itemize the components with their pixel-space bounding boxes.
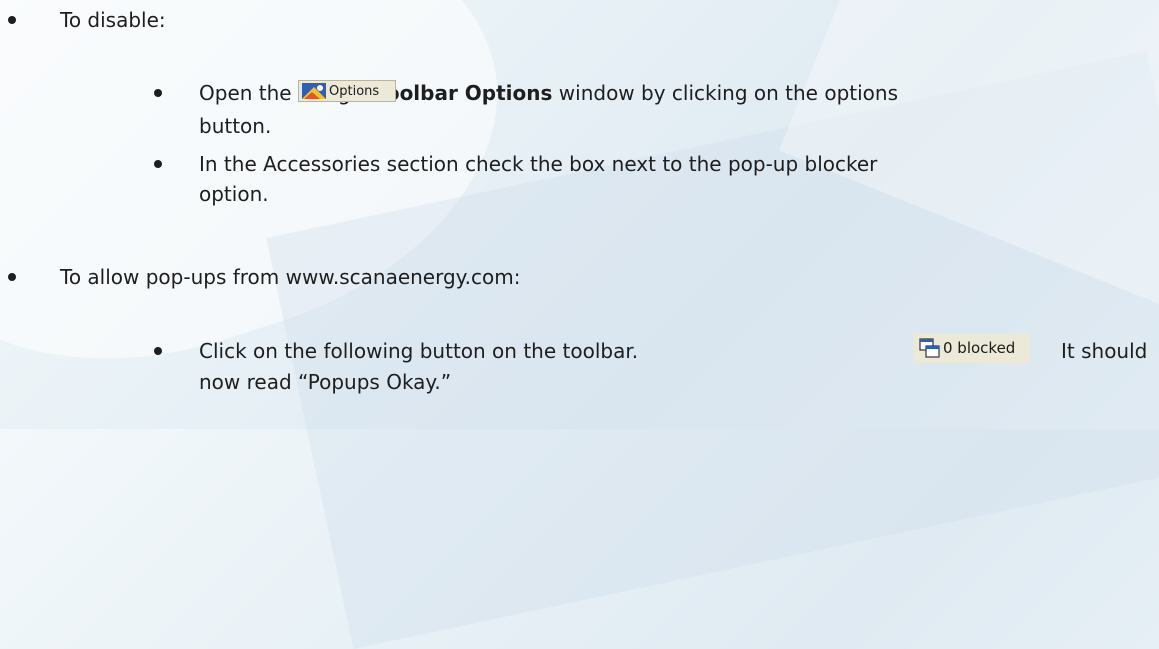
toolbar-options-icon: [302, 83, 326, 99]
options-button-label: Options: [329, 83, 380, 99]
popup-blocked-button[interactable]: 0 blocked: [913, 333, 1029, 363]
step-text: option.: [199, 182, 269, 206]
bullet: [154, 160, 162, 168]
section-heading: To allow pop-ups from www.scanaenergy.co…: [60, 265, 521, 289]
popup-blocked-label: 0 blocked: [943, 339, 1016, 357]
toolbar-options-label: Toolbar Options: [374, 81, 553, 105]
bullet: [154, 347, 162, 355]
popup-blocker-icon: [919, 338, 940, 358]
bullet: [154, 89, 162, 97]
options-button[interactable]: Options: [298, 80, 396, 102]
step-text: It should: [1061, 339, 1148, 363]
section-heading: To disable:: [60, 8, 166, 32]
step-text: now read “Popups Okay.”: [199, 370, 452, 394]
bullet: [8, 273, 16, 281]
bullet: [8, 16, 16, 24]
step-text: Click on the following button on the too…: [199, 339, 639, 363]
step-text: In the Accessories section check the box…: [199, 152, 878, 176]
step-text: button.: [199, 114, 272, 138]
